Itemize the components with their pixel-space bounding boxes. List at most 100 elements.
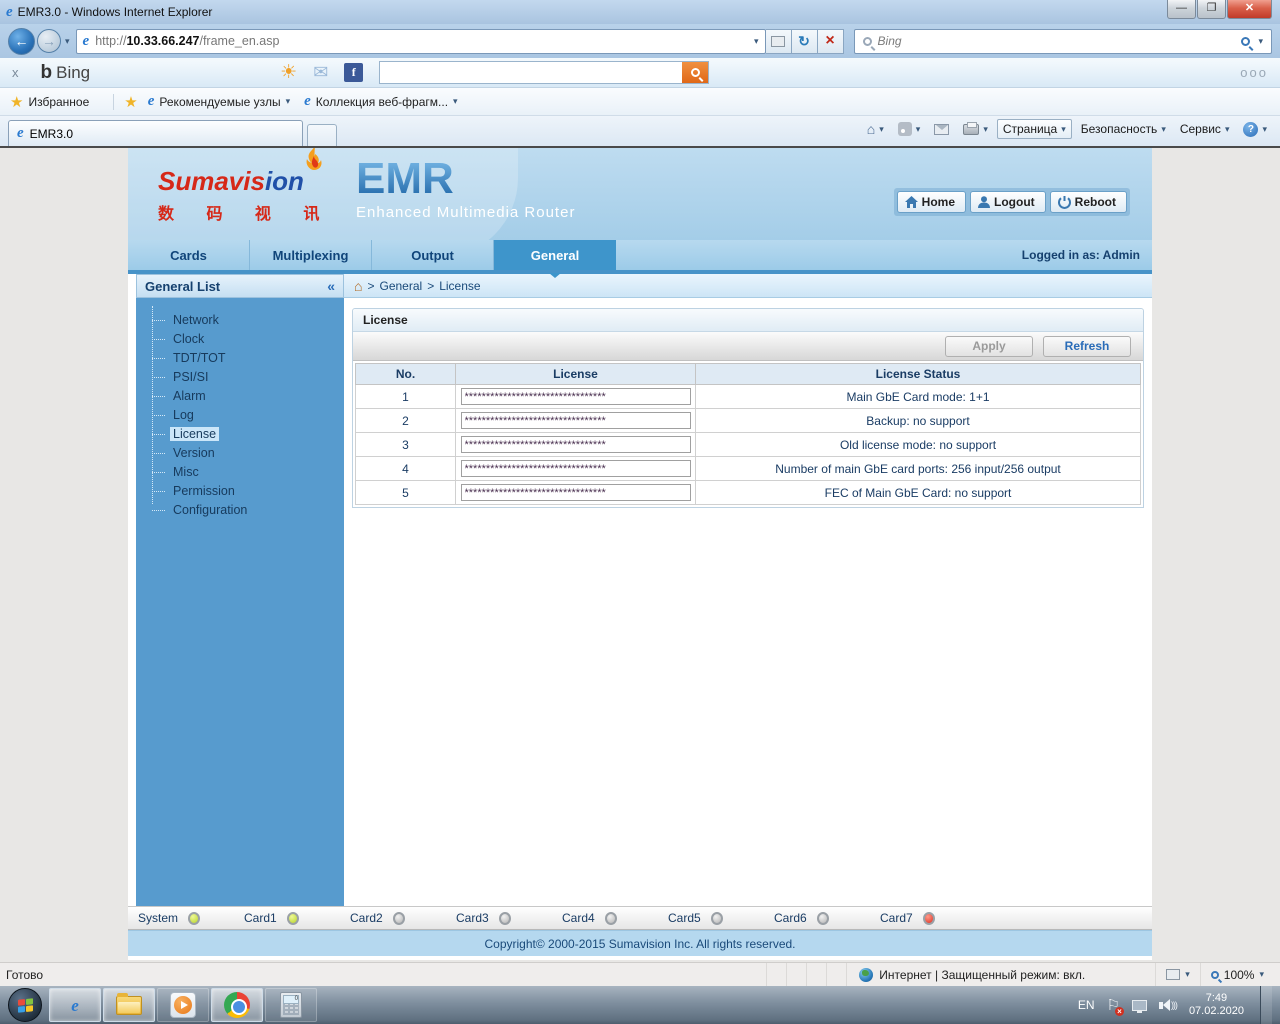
taskbar-ie[interactable]: e [49,988,101,1022]
logout-button[interactable]: Logout [970,191,1046,213]
feeds-button[interactable]: ▾ [893,120,926,138]
sidebar-item-tdt-tot[interactable]: TDT/TOT [146,348,344,367]
new-tab-button[interactable] [307,124,337,146]
system-tray: EN ⚐ ))) 7:49 07.02.2020 [1078,986,1278,1024]
breadcrumb-separator: > [427,278,435,293]
sidebar-item-network[interactable]: Network [146,310,344,329]
history-dropdown-icon[interactable]: ▾ [65,36,70,47]
copyright-bar: Copyright© 2000-2015 Sumavision Inc. All… [128,930,1152,956]
compatibility-view-button[interactable] [765,28,792,54]
command-bar: ⌂ ▾ ▾ ▾ Страница ▾ Безопасность ▾ Сервис ▾ ?… [862,116,1272,146]
sidebar-item-log[interactable]: Log [146,405,344,424]
weather-icon[interactable]: ☀ [280,61,297,84]
back-button[interactable]: ← [8,27,35,55]
browser-window: e EMR3.0 - Windows Internet Explorer — ❐… [0,0,1280,1024]
search-box[interactable]: Bing ▾ [853,28,1272,54]
taskbar-chrome[interactable] [211,988,263,1022]
column-header-license: License [455,363,696,385]
sidebar-item-misc[interactable]: Misc [146,462,344,481]
search-go-icon[interactable] [1241,36,1251,46]
minimize-button[interactable]: — [1167,0,1196,19]
sidebar-item-license[interactable]: License [146,424,344,443]
license-input[interactable] [460,388,691,405]
search-placeholder[interactable]: Bing [878,34,1242,48]
security-zone: Интернет | Защищенный режим: вкл. [846,963,1155,986]
help-button[interactable]: ? ▾ [1238,120,1272,139]
close-button[interactable]: ✕ [1227,0,1272,19]
sidebar-item-psi-si[interactable]: PSI/SI [146,367,344,386]
sidebar-item-version[interactable]: Version [146,443,344,462]
license-input[interactable] [460,436,691,453]
taskbar-media-player[interactable] [157,988,209,1022]
tab-cards[interactable]: Cards [128,240,250,270]
bing-search-input[interactable] [380,62,683,83]
reboot-button[interactable]: Reboot [1049,191,1127,213]
stop-button[interactable]: × [817,28,844,54]
breadcrumb-license[interactable]: License [439,279,480,293]
license-input[interactable] [460,412,691,429]
maximize-button[interactable]: ❐ [1197,0,1226,19]
page-menu-button[interactable]: Страница ▾ [996,119,1072,139]
user-icon [978,196,991,208]
zoom-icon [1210,970,1219,979]
taskbar-clock[interactable]: 7:49 07.02.2020 [1189,992,1244,1018]
tab-emr3[interactable]: e EMR3.0 [8,120,303,146]
toolbar-close-button[interactable]: x [12,65,19,80]
facebook-icon[interactable]: f [344,63,364,82]
refresh-button[interactable]: Refresh [1043,335,1131,357]
apply-button[interactable]: Apply [945,335,1033,357]
refresh-button[interactable]: ↻ [791,28,818,54]
chrome-icon [224,992,250,1018]
read-mail-button[interactable] [929,122,954,137]
web-slices-link[interactable]: e Коллекция веб-фрагм... ▾ [304,94,457,109]
home-button[interactable]: ⌂ ▾ [862,119,889,139]
license-input[interactable] [460,460,691,477]
compatibility-zoom-menu[interactable]: ▾ [1155,963,1200,986]
language-indicator[interactable]: EN [1078,998,1095,1012]
sidebar-item-clock[interactable]: Clock [146,329,344,348]
sidebar-item-configuration[interactable]: Configuration [146,500,344,519]
taskbar-explorer[interactable] [103,988,155,1022]
license-input[interactable] [460,484,691,501]
sidebar-item-alarm[interactable]: Alarm [146,386,344,405]
url-text[interactable]: http://10.33.66.247/frame_en.asp [95,34,754,48]
start-button[interactable] [8,988,42,1022]
home-nav-button[interactable]: Home [896,191,967,213]
table-row: 3 Old license mode: no support [355,432,1141,457]
print-button[interactable]: ▾ [958,121,993,137]
tab-multiplexing[interactable]: Multiplexing [250,240,372,270]
sidebar-item-permission[interactable]: Permission [146,481,344,500]
network-icon[interactable] [1131,999,1147,1013]
bing-search-field[interactable] [379,61,710,84]
table-row: 1 Main GbE Card mode: 1+1 [355,384,1141,409]
zoom-control[interactable]: 100% ▾ [1199,963,1274,986]
collapse-sidebar-icon[interactable]: « [327,278,335,294]
toolbar-more-options[interactable]: ooo [1240,65,1268,80]
bing-search-button[interactable] [682,62,709,83]
header-actions: Home Logout Reboot [893,188,1130,216]
suggested-sites-link[interactable]: e Рекомендуемые узлы ▾ [148,94,290,109]
forward-button[interactable]: → [37,29,61,53]
search-dropdown-icon[interactable]: ▾ [1258,36,1263,47]
volume-icon[interactable]: ))) [1158,999,1178,1011]
security-menu-button[interactable]: Безопасность ▾ [1076,120,1171,138]
action-center-icon[interactable]: ⚐ [1106,996,1125,1016]
tools-menu-button[interactable]: Сервис ▾ [1175,120,1235,138]
breadcrumb-home-icon[interactable]: ⌂ [354,279,362,293]
show-desktop-button[interactable] [1260,986,1272,1024]
breadcrumb-general[interactable]: General [379,279,422,293]
address-dropdown-icon[interactable]: ▾ [754,36,759,47]
license-status: Main GbE Card mode: 1+1 [695,384,1141,409]
bing-logo[interactable]: b Bing [41,62,91,84]
license-cell [455,432,696,457]
mail-envelope-icon[interactable]: ✉ [313,62,328,83]
address-field[interactable]: e http://10.33.66.247/frame_en.asp ▾ [75,28,766,54]
zone-text: Интернет | Защищенный режим: вкл. [879,967,1086,982]
tab-row: e EMR3.0 ⌂ ▾ ▾ ▾ Страница ▾ Безопасность ▾ … [0,116,1280,146]
taskbar-calculator[interactable] [265,988,317,1022]
add-favorite-icon[interactable]: ★ [124,93,137,111]
tab-output[interactable]: Output [372,240,494,270]
chevron-down-icon: ▾ [285,96,291,106]
tab-general[interactable]: General [494,240,616,270]
favorites-button[interactable]: ★ Избранное [10,93,89,111]
